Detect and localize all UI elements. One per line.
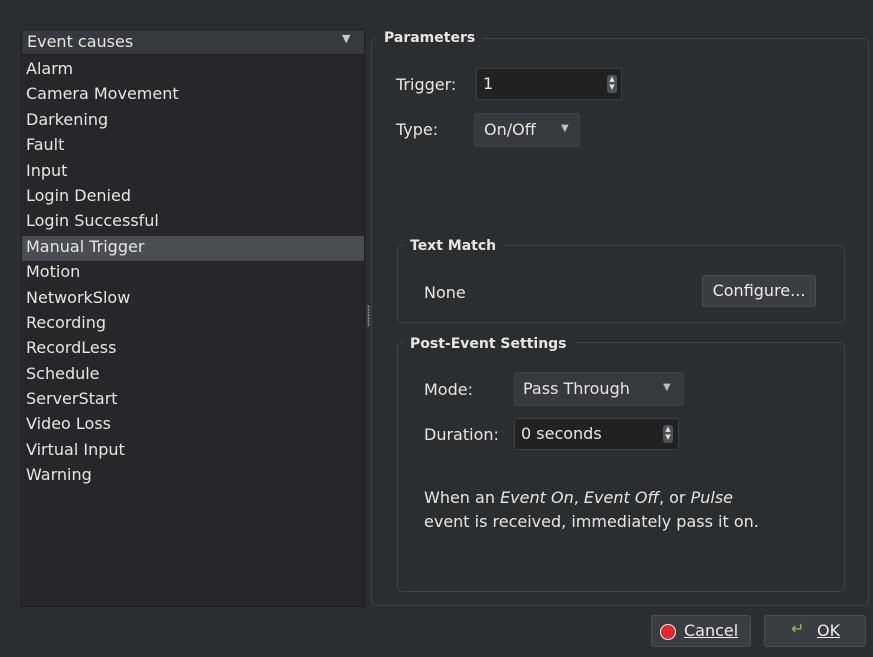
event-cause-item[interactable]: Login Denied (22, 185, 364, 210)
post-event-description: When an Event On, Event Off, or Pulse ev… (424, 486, 824, 534)
duration-spinbox[interactable]: 0 seconds ▲ ▼ (514, 418, 679, 450)
spin-arrows-icon[interactable]: ▲ ▼ (607, 75, 617, 93)
ok-button[interactable]: ↵ OK (764, 615, 866, 647)
type-label: Type: (396, 120, 439, 139)
desc-event-off: Event Off (583, 488, 659, 507)
event-cause-item[interactable]: Fault (22, 134, 364, 159)
event-cause-item[interactable]: Login Successful (22, 210, 364, 235)
desc-sep2: , or (658, 488, 691, 507)
chevron-down-icon: ▼ (561, 123, 569, 134)
event-causes-list: Alarm Camera Movement Darkening Fault Input L… (22, 58, 364, 490)
event-cause-item[interactable]: Schedule (22, 363, 364, 388)
event-cause-item[interactable]: Input (22, 160, 364, 185)
cancel-button[interactable]: Cancel (651, 615, 751, 647)
event-causes-dropdown-label: Event causes (27, 32, 134, 51)
splitter-handle[interactable] (367, 305, 370, 327)
parameters-title: Parameters (378, 30, 484, 46)
event-cause-item[interactable]: RecordLess (22, 337, 364, 362)
event-cause-item[interactable]: Recording (22, 312, 364, 337)
post-event-title: Post-Event Settings (404, 336, 575, 352)
return-arrow-icon: ↵ (791, 619, 805, 638)
cancel-label: Cancel (684, 621, 739, 640)
desc-line2: event is received, immediately pass it o… (424, 512, 759, 531)
event-cause-item[interactable]: Virtual Input (22, 439, 364, 464)
event-cause-item[interactable]: Manual Trigger (22, 235, 364, 262)
event-cause-item[interactable]: Video Loss (22, 413, 364, 438)
event-cause-item[interactable]: Darkening (22, 109, 364, 134)
event-cause-item[interactable]: NetworkSlow (22, 287, 364, 312)
trigger-label: Trigger: (396, 75, 457, 94)
configure-button[interactable]: Configure... (702, 275, 816, 307)
duration-value: 0 seconds (521, 424, 602, 443)
event-cause-item[interactable]: Motion (22, 261, 364, 286)
event-causes-panel: Event causes ▼ Alarm Camera Movement Darke… (21, 29, 365, 607)
trigger-spinbox[interactable]: 1 ▲ ▼ (476, 68, 622, 100)
chevron-down-icon: ▼ (342, 32, 351, 45)
mode-value: Pass Through (523, 379, 630, 398)
event-cause-item[interactable]: ServerStart (22, 388, 364, 413)
type-value: On/Off (484, 120, 536, 139)
trigger-value: 1 (483, 74, 494, 93)
event-causes-dropdown[interactable]: Event causes ▼ (22, 30, 364, 55)
type-dropdown[interactable]: On/Off ▼ (474, 113, 580, 147)
mode-label: Mode: (424, 380, 473, 399)
duration-label: Duration: (424, 425, 499, 444)
event-cause-item[interactable]: Camera Movement (22, 83, 364, 108)
ok-label: OK (817, 621, 841, 640)
event-cause-item[interactable]: Alarm (22, 58, 364, 83)
text-match-title: Text Match (404, 238, 505, 254)
desc-pulse: Pulse (690, 488, 733, 507)
desc-sep1: , (573, 488, 584, 507)
desc-prefix: When an (424, 488, 501, 507)
text-match-value: None (424, 283, 466, 302)
stop-circle-icon (660, 624, 676, 640)
chevron-down-icon: ▼ (663, 382, 671, 393)
desc-event-on: Event On (500, 488, 574, 507)
spin-arrows-icon[interactable]: ▲ ▼ (663, 425, 673, 443)
event-cause-item[interactable]: Warning (22, 464, 364, 489)
mode-dropdown[interactable]: Pass Through ▼ (514, 372, 684, 406)
